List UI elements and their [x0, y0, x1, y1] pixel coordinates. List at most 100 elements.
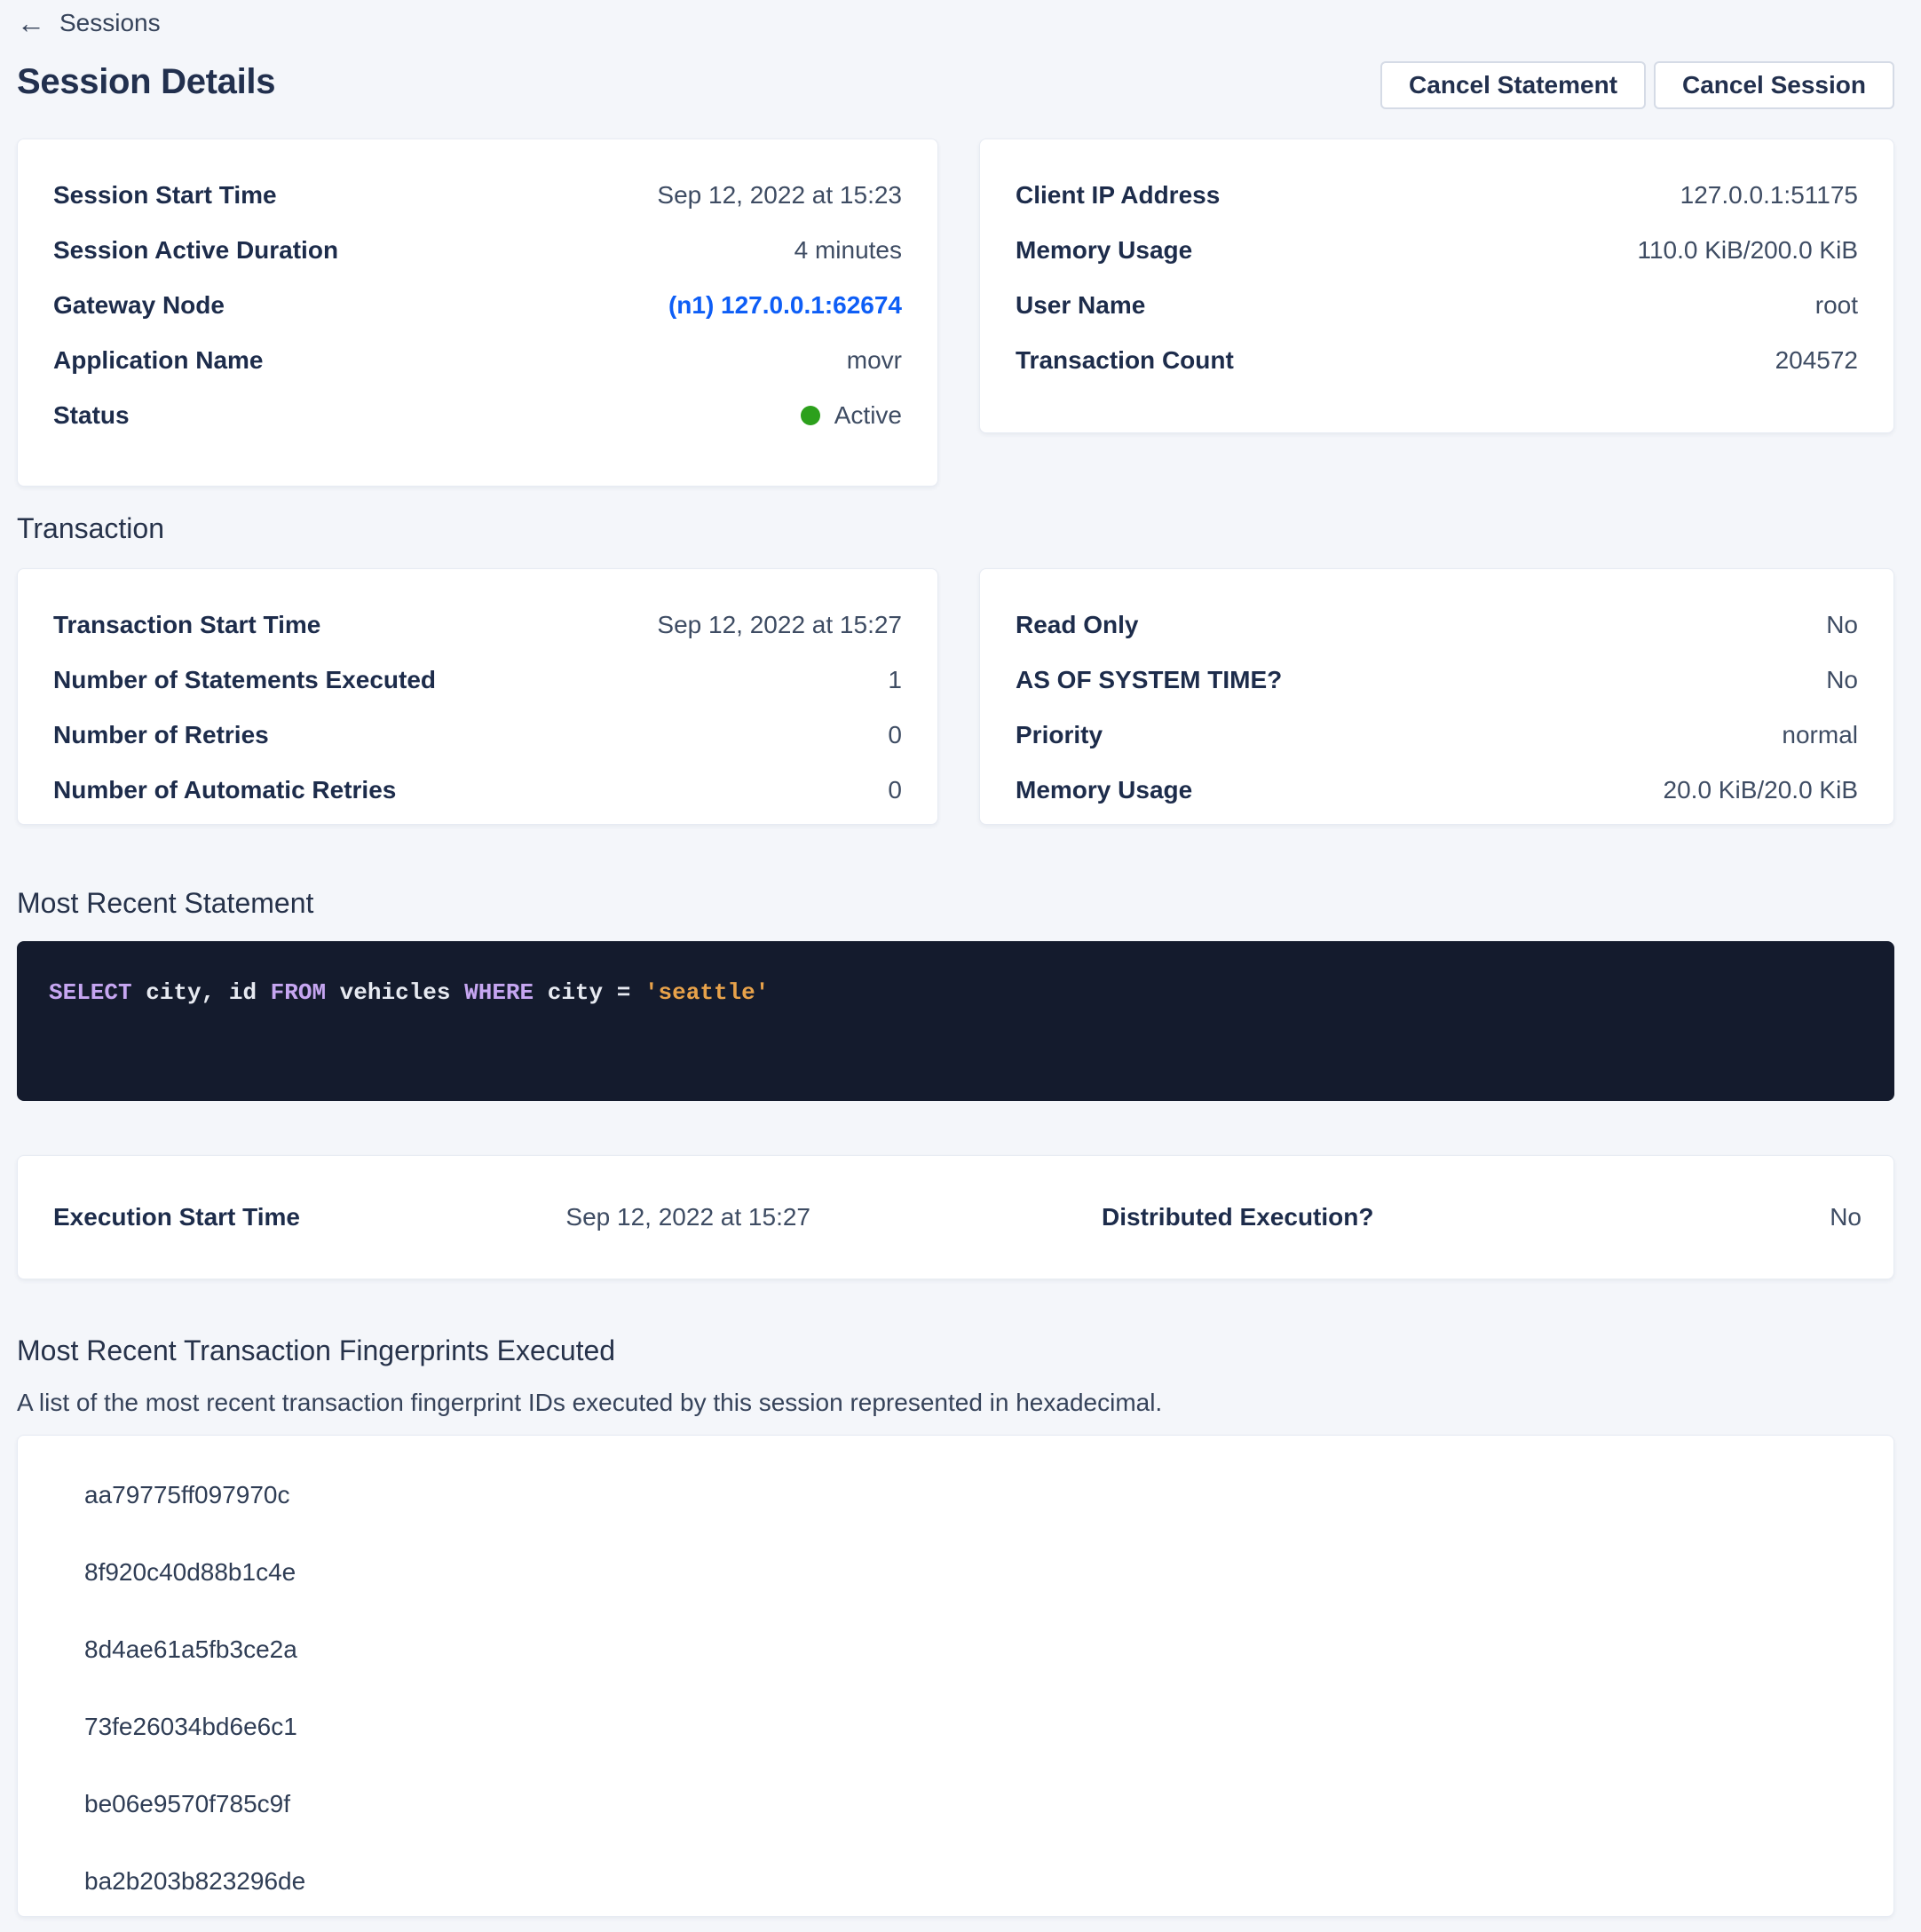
session-active-duration-row: Session Active Duration 4 minutes: [53, 223, 902, 278]
sql-columns-fragment: city, id: [132, 979, 271, 1006]
sql-statement-block: SELECT city, id FROM vehicles WHERE city…: [17, 941, 1894, 1101]
fingerprint-list-item: 73fe26034bd6e6c1: [51, 1688, 1858, 1765]
transaction-memory-usage-row: Memory Usage 20.0 KiB/20.0 KiB: [1016, 763, 1858, 818]
application-name-row: Application Name movr: [53, 333, 902, 388]
session-start-time-value: Sep 12, 2022 at 15:23: [657, 181, 902, 210]
user-name-label: User Name: [1016, 291, 1145, 320]
session-start-time-label: Session Start Time: [53, 181, 277, 210]
execution-info-card: Execution Start Time Sep 12, 2022 at 15:…: [17, 1155, 1894, 1279]
back-to-sessions-link[interactable]: ← Sessions: [17, 7, 161, 39]
fingerprint-list-item: 8d4ae61a5fb3ce2a: [51, 1611, 1858, 1688]
read-only-value: No: [1826, 611, 1858, 639]
priority-value: normal: [1782, 721, 1858, 749]
automatic-retries-label: Number of Automatic Retries: [53, 776, 396, 804]
fingerprint-list-item: aa79775ff097970c: [51, 1456, 1858, 1533]
status-badge: Active: [801, 401, 902, 430]
gateway-node-link[interactable]: (n1) 127.0.0.1:62674: [668, 291, 902, 320]
cancel-session-button[interactable]: Cancel Session: [1654, 61, 1894, 109]
transaction-section-heading: Transaction: [17, 512, 1894, 544]
automatic-retries-value: 0: [888, 776, 902, 804]
distributed-execution-label: Distributed Execution?: [1102, 1203, 1373, 1231]
fingerprint-id: be06e9570f785c9f: [84, 1790, 290, 1818]
transaction-memory-usage-label: Memory Usage: [1016, 776, 1192, 804]
statements-executed-value: 1: [888, 666, 902, 694]
client-ip-value: 127.0.0.1:51175: [1680, 181, 1858, 210]
statement-section-heading: Most Recent Statement: [17, 887, 1894, 919]
transaction-stats-card: Transaction Start Time Sep 12, 2022 at 1…: [17, 568, 938, 825]
session-memory-usage-row: Memory Usage 110.0 KiB/200.0 KiB: [1016, 223, 1858, 278]
sql-string-literal: 'seattle': [644, 979, 769, 1006]
retries-row: Number of Retries 0: [53, 708, 902, 763]
execution-start-time-label: Execution Start Time: [53, 1203, 300, 1231]
action-buttons: Cancel Statement Cancel Session: [1380, 61, 1894, 109]
fingerprint-id: ba2b203b823296de: [84, 1867, 305, 1896]
execution-start-time-row: Execution Start Time Sep 12, 2022 at 15:…: [53, 1203, 810, 1231]
read-only-label: Read Only: [1016, 611, 1138, 639]
fingerprint-list-item: be06e9570f785c9f: [51, 1765, 1858, 1842]
transaction-start-time-label: Transaction Start Time: [53, 611, 320, 639]
fingerprint-id: 8f920c40d88b1c4e: [84, 1558, 296, 1587]
read-only-row: Read Only No: [1016, 598, 1858, 653]
as-of-system-time-value: No: [1826, 666, 1858, 694]
automatic-retries-row: Number of Automatic Retries 0: [53, 763, 902, 818]
transaction-cards-row: Transaction Start Time Sep 12, 2022 at 1…: [17, 568, 1894, 825]
application-name-label: Application Name: [53, 346, 263, 375]
status-label: Status: [53, 401, 130, 430]
transaction-count-row: Transaction Count 204572: [1016, 333, 1858, 388]
status-value: Active: [834, 401, 902, 430]
distributed-execution-row: Distributed Execution? No: [1102, 1203, 1862, 1231]
fingerprint-id: 73fe26034bd6e6c1: [84, 1713, 297, 1741]
transaction-start-time-row: Transaction Start Time Sep 12, 2022 at 1…: [53, 598, 902, 653]
transaction-count-label: Transaction Count: [1016, 346, 1234, 375]
application-name-value: movr: [847, 346, 902, 375]
session-start-time-row: Session Start Time Sep 12, 2022 at 15:23: [53, 168, 902, 223]
session-info-card: Session Start Time Sep 12, 2022 at 15:23…: [17, 139, 938, 487]
sql-keyword-select: SELECT: [49, 979, 132, 1006]
retries-label: Number of Retries: [53, 721, 269, 749]
client-info-card: Client IP Address 127.0.0.1:51175 Memory…: [979, 139, 1894, 433]
retries-value: 0: [888, 721, 902, 749]
gateway-node-row: Gateway Node (n1) 127.0.0.1:62674: [53, 278, 902, 333]
session-active-duration-value: 4 minutes: [794, 236, 902, 265]
execution-start-time-value: Sep 12, 2022 at 15:27: [565, 1203, 810, 1231]
status-active-dot-icon: [801, 406, 820, 425]
sql-keyword-where: WHERE: [464, 979, 534, 1006]
transaction-memory-usage-value: 20.0 KiB/20.0 KiB: [1664, 776, 1858, 804]
user-name-row: User Name root: [1016, 278, 1858, 333]
fingerprint-list-item: 8f920c40d88b1c4e: [51, 1533, 1858, 1611]
fingerprint-id: aa79775ff097970c: [84, 1481, 290, 1509]
user-name-value: root: [1815, 291, 1858, 320]
transaction-properties-card: Read Only No AS OF SYSTEM TIME? No Prior…: [979, 568, 1894, 825]
sql-keyword-from: FROM: [271, 979, 326, 1006]
statements-executed-label: Number of Statements Executed: [53, 666, 436, 694]
page-title: Session Details: [17, 57, 275, 107]
sql-table-fragment: vehicles: [326, 979, 464, 1006]
priority-row: Priority normal: [1016, 708, 1858, 763]
sql-condition-fragment: city =: [534, 979, 644, 1006]
cancel-statement-button[interactable]: Cancel Statement: [1380, 61, 1646, 109]
fingerprints-list-card: aa79775ff097970c 8f920c40d88b1c4e 8d4ae6…: [17, 1435, 1894, 1917]
session-memory-usage-value: 110.0 KiB/200.0 KiB: [1637, 236, 1858, 265]
fingerprints-description: A list of the most recent transaction fi…: [17, 1389, 1894, 1417]
fingerprints-section-heading: Most Recent Transaction Fingerprints Exe…: [17, 1334, 1894, 1366]
priority-label: Priority: [1016, 721, 1103, 749]
distributed-execution-value: No: [1830, 1203, 1862, 1231]
client-ip-label: Client IP Address: [1016, 181, 1220, 210]
session-details-page: ← Sessions Session Details Cancel Statem…: [17, 7, 1894, 1917]
session-active-duration-label: Session Active Duration: [53, 236, 338, 265]
as-of-system-time-label: AS OF SYSTEM TIME?: [1016, 666, 1282, 694]
client-ip-row: Client IP Address 127.0.0.1:51175: [1016, 168, 1858, 223]
breadcrumb-label: Sessions: [59, 9, 161, 37]
statements-executed-row: Number of Statements Executed 1: [53, 653, 902, 708]
fingerprint-list-item: ba2b203b823296de: [51, 1842, 1858, 1917]
title-row: Session Details Cancel Statement Cancel …: [17, 57, 1894, 109]
back-arrow-icon: ←: [17, 9, 45, 37]
status-row: Status Active: [53, 388, 902, 443]
as-of-system-time-row: AS OF SYSTEM TIME? No: [1016, 653, 1858, 708]
session-memory-usage-label: Memory Usage: [1016, 236, 1192, 265]
transaction-count-value: 204572: [1775, 346, 1858, 375]
sql-statement-text: SELECT city, id FROM vehicles WHERE city…: [49, 977, 1859, 1009]
fingerprint-id: 8d4ae61a5fb3ce2a: [84, 1635, 297, 1664]
session-summary-row: Session Start Time Sep 12, 2022 at 15:23…: [17, 139, 1894, 487]
transaction-start-time-value: Sep 12, 2022 at 15:27: [657, 611, 902, 639]
